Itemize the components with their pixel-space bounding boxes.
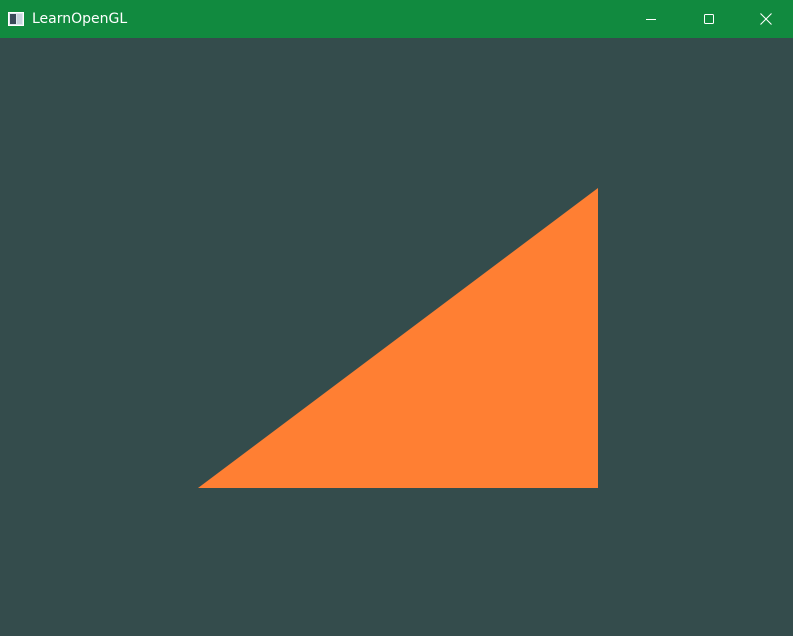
maximize-button[interactable] bbox=[680, 0, 738, 38]
window-title: LearnOpenGL bbox=[32, 11, 128, 27]
close-button[interactable] bbox=[739, 0, 793, 38]
app-window: LearnOpenGL bbox=[0, 0, 793, 636]
title-bar[interactable]: LearnOpenGL bbox=[0, 0, 793, 38]
opengl-viewport[interactable] bbox=[0, 38, 793, 636]
render-surface bbox=[198, 188, 598, 488]
minimize-button[interactable] bbox=[622, 0, 680, 38]
minimize-icon bbox=[645, 13, 657, 25]
close-icon bbox=[759, 12, 773, 26]
maximize-icon bbox=[703, 13, 715, 25]
orange-triangle bbox=[198, 188, 598, 488]
app-window-icon bbox=[8, 11, 24, 26]
